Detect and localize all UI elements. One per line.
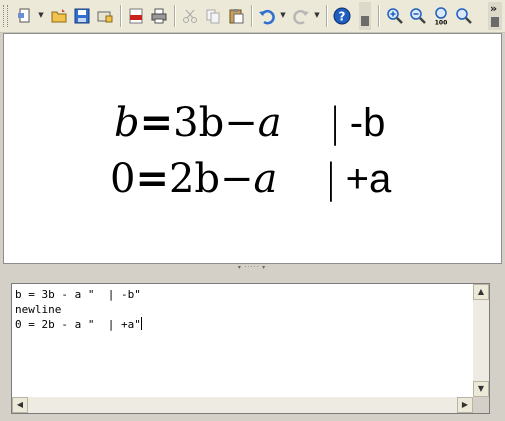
- formula-variable: b: [114, 100, 140, 146]
- redo-button[interactable]: [290, 5, 312, 27]
- zoom-fit-icon: [456, 8, 472, 24]
- zoom-out-button[interactable]: [407, 5, 429, 27]
- toolbar-separator: [174, 5, 176, 27]
- print-icon: [151, 8, 167, 24]
- formula-bar: |: [328, 100, 342, 146]
- new-dropdown-icon[interactable]: ▼: [38, 12, 44, 19]
- zoom-in-icon: [387, 8, 403, 24]
- formula-line-1: b=3b−a | -b: [114, 99, 505, 146]
- save-icon: [74, 8, 90, 24]
- formula-line-2: 0=2b−a | +a: [110, 155, 505, 202]
- export-pdf-icon: [129, 8, 143, 24]
- formula-minus: −: [220, 156, 254, 202]
- overflow-dropdown-icon: [491, 17, 499, 27]
- open-button[interactable]: [48, 5, 70, 27]
- new-icon: [18, 8, 30, 23]
- formula-equals: =: [135, 155, 169, 202]
- paste-button[interactable]: [225, 5, 247, 27]
- editor-text[interactable]: b = 3b - a " | -b" newline 0 = 2b - a " …: [15, 287, 142, 332]
- toolbar-grip[interactable]: [3, 5, 8, 27]
- editor-line: newline: [15, 303, 62, 316]
- copy-icon: [206, 9, 220, 24]
- splitter-grip-icon: ▾ ····· ▾: [237, 264, 267, 271]
- scroll-right-button[interactable]: ▶: [457, 397, 473, 413]
- redo-dropdown-icon[interactable]: ▼: [314, 12, 320, 19]
- scroll-left-button[interactable]: ◀: [12, 397, 28, 413]
- arrow-up-icon: ▲: [477, 287, 485, 296]
- redo-icon: [293, 9, 309, 25]
- horizontal-scrollbar[interactable]: ◀ ▶: [12, 397, 473, 413]
- toolbar-separator: [120, 5, 122, 27]
- scroll-up-button[interactable]: ▲: [473, 284, 489, 300]
- pane-splitter[interactable]: ▾ ····· ▾: [0, 264, 505, 272]
- help-icon: ?: [333, 7, 351, 25]
- save-as-icon: [97, 11, 113, 23]
- zoom-fit-button[interactable]: [453, 5, 475, 27]
- scrollbar-corner: [473, 397, 489, 413]
- export-pdf-button[interactable]: [125, 5, 147, 27]
- undo-button[interactable]: [256, 5, 278, 27]
- arrow-down-icon: ▼: [477, 384, 485, 393]
- editor-line: 0 = 2b - a " | +a": [15, 318, 141, 331]
- arrow-left-icon: ◀: [16, 400, 24, 409]
- cut-button[interactable]: [179, 5, 201, 27]
- vertical-scrollbar[interactable]: ▲ ▼: [473, 284, 489, 397]
- toolbar-separator: [326, 5, 328, 27]
- toolbar: ▼ ▼ ▼ ? 100 »: [0, 0, 505, 33]
- formula-variable: a: [253, 156, 278, 202]
- toolbar-separator: [251, 5, 253, 27]
- formula-equals: =: [139, 99, 174, 146]
- zoom-100-button[interactable]: 100: [430, 5, 452, 27]
- editor-line: b = 3b - a " | -b": [15, 288, 141, 301]
- print-button[interactable]: [148, 5, 170, 27]
- paste-icon: [229, 9, 244, 24]
- cut-icon: [183, 9, 197, 23]
- formula-bar: |: [324, 156, 338, 202]
- zoom-in-button[interactable]: [384, 5, 406, 27]
- text-caret: [140, 317, 142, 330]
- formula-operation: -b: [349, 101, 386, 145]
- formula-preview: b=3b−a | -b 0=2b−a | +a: [3, 33, 502, 264]
- formula-term: 3b: [173, 100, 225, 146]
- undo-icon: [259, 9, 275, 25]
- formula-variable: a: [257, 100, 282, 146]
- undo-dropdown-icon[interactable]: ▼: [280, 12, 286, 19]
- save-button[interactable]: [71, 5, 93, 27]
- formula-minus: −: [224, 100, 258, 146]
- zoom-100-icon: 100: [435, 7, 448, 26]
- formula-editor[interactable]: b = 3b - a " | -b" newline 0 = 2b - a " …: [11, 283, 490, 414]
- svg-text:100: 100: [435, 20, 448, 26]
- formula-term: 2b: [168, 156, 221, 202]
- formula-operation: +a: [345, 157, 392, 201]
- toolbar-scroll-handle[interactable]: [359, 2, 371, 30]
- svg-text:?: ?: [339, 10, 346, 24]
- scroll-down-button[interactable]: ▼: [473, 381, 489, 397]
- arrow-right-icon: ▶: [461, 400, 469, 409]
- zoom-out-icon: [410, 8, 426, 24]
- toolbar-separator: [378, 5, 380, 27]
- toolbar-overflow-button[interactable]: »: [488, 2, 502, 30]
- formula-number: 0: [110, 156, 136, 202]
- open-icon: [51, 9, 67, 23]
- new-button[interactable]: [14, 5, 36, 27]
- chevron-double-right-icon: »: [490, 2, 498, 15]
- help-button[interactable]: ?: [331, 5, 353, 27]
- save-as-button[interactable]: [94, 5, 116, 27]
- copy-button[interactable]: [202, 5, 224, 27]
